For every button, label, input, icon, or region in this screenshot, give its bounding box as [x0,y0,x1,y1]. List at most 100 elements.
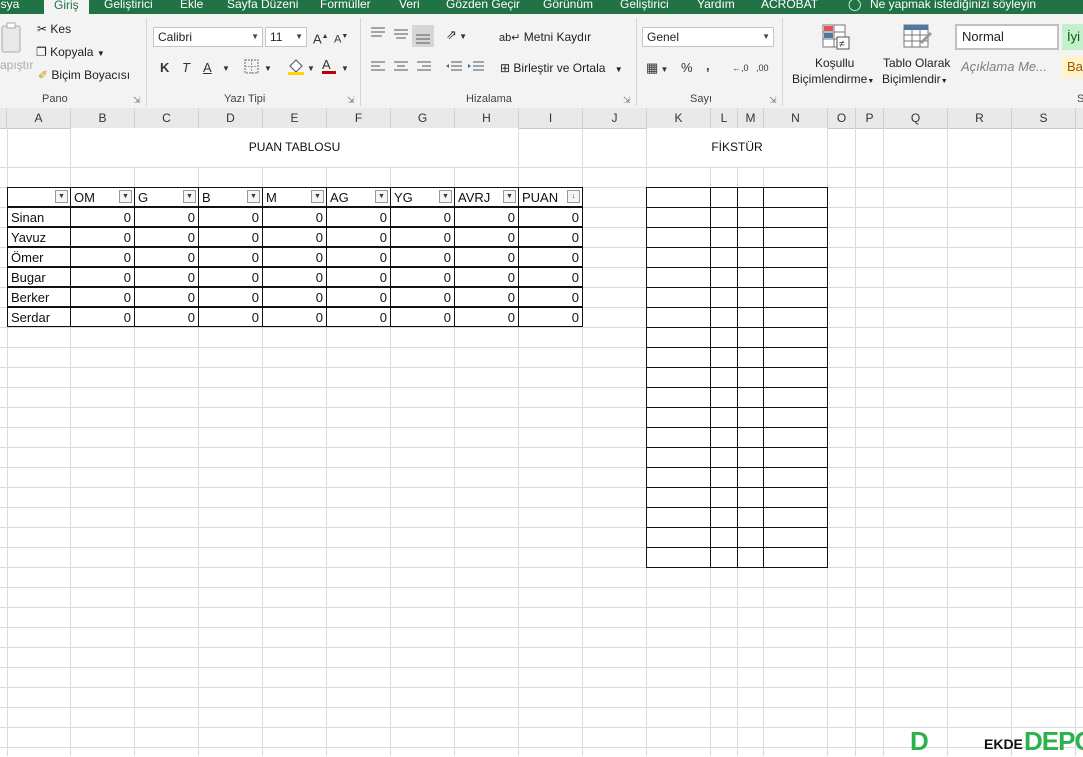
font-launcher-icon[interactable]: ⇲ [347,95,355,106]
table-cell[interactable]: 0 [134,267,199,287]
table-cell[interactable]: 0 [454,227,519,247]
align-middle-icon[interactable] [393,26,409,44]
number-format-combo[interactable]: Genel ▼ [642,27,774,47]
table-cell[interactable]: 0 [326,287,391,307]
increase-decimal-button[interactable]: ←,0 [732,60,749,76]
column-header-a[interactable]: A [7,108,71,128]
decrease-indent-icon[interactable] [445,60,463,78]
filter-dropdown-icon[interactable]: ▼ [375,190,388,203]
table-cell[interactable]: 0 [70,207,135,227]
tab-formulas[interactable]: Formüller [320,0,371,13]
column-header-m[interactable]: M [738,108,764,128]
cut-button[interactable]: ✂ Kes [37,22,71,36]
table-header-cell[interactable]: YG ▼ [390,187,455,207]
grow-font-icon[interactable]: A▲ [313,29,329,47]
table-cell[interactable]: 0 [454,247,519,267]
table-header-cell[interactable]: M ▼ [262,187,327,207]
fill-color-icon[interactable] [287,58,305,80]
filter-dropdown-icon[interactable]: ▼ [119,190,132,203]
tab-review[interactable]: Gözden Geçir [446,0,520,13]
table-cell[interactable]: 0 [70,247,135,267]
table-cell[interactable]: 0 [390,247,455,267]
player-name-cell[interactable]: Berker [7,287,71,307]
copy-button[interactable]: ❐ Kopyala ▼ [36,45,105,59]
table-cell[interactable]: 0 [262,227,327,247]
style-explanatory[interactable]: Açıklama Me... [957,56,1063,78]
table-cell[interactable]: 0 [134,307,199,327]
player-name-cell[interactable]: Yavuz [7,227,71,247]
table-cell[interactable]: 0 [326,207,391,227]
table-cell[interactable]: 0 [262,307,327,327]
table-cell[interactable]: 0 [326,227,391,247]
conditional-formatting-button[interactable]: Biçimlendirme▼ [792,72,874,86]
table-cell[interactable]: 0 [262,287,327,307]
table-cell[interactable]: 0 [390,207,455,227]
conditional-formatting-label-1[interactable]: Koşullu [815,56,854,70]
column-header-i[interactable]: I [519,108,583,128]
table-header-cell[interactable]: ▼ [7,187,71,207]
select-all-corner[interactable] [0,108,7,128]
table-cell[interactable]: 0 [198,267,263,287]
decrease-decimal-button[interactable]: ,00 [756,60,769,76]
table-cell[interactable]: 0 [262,247,327,267]
chevron-down-icon[interactable]: ▼ [264,61,272,77]
column-header-j[interactable]: J [583,108,647,128]
format-painter-button[interactable]: ✐ Biçim Boyacısı [38,68,130,82]
table-cell[interactable]: 0 [518,247,583,267]
percent-button[interactable]: % [681,60,693,76]
orientation-icon[interactable]: ⇗ ▼ [446,27,467,45]
filter-dropdown-icon[interactable]: ▼ [183,190,196,203]
table-cell[interactable]: 0 [70,267,135,287]
style-normal[interactable]: Normal [955,24,1059,50]
table-cell[interactable]: 0 [326,247,391,267]
format-as-table-icon[interactable] [902,22,932,56]
column-header-k[interactable]: K [647,108,711,128]
column-header-d[interactable]: D [199,108,263,128]
table-cell[interactable]: 0 [390,287,455,307]
table-cell[interactable]: 0 [454,207,519,227]
table-cell[interactable]: 0 [518,227,583,247]
tab-file[interactable]: osya [0,0,19,13]
sort-filter-icon[interactable]: ↓ [567,190,580,203]
table-cell[interactable]: 0 [518,267,583,287]
table-header-cell[interactable]: AG ▼ [326,187,391,207]
table-cell[interactable]: 0 [134,207,199,227]
currency-icon[interactable]: ▦ ▼ [646,60,668,78]
conditional-formatting-icon[interactable]: ≠ [821,22,851,56]
font-size-combo[interactable]: 11 ▼ [265,27,307,47]
player-name-cell[interactable]: Sinan [7,207,71,227]
player-name-cell[interactable]: Serdar [7,307,71,327]
table-cell[interactable]: 0 [134,247,199,267]
table-cell[interactable]: 0 [454,307,519,327]
player-name-cell[interactable]: Bugar [7,267,71,287]
comma-button[interactable]: , [706,58,710,74]
tell-me-box[interactable]: Ne yapmak istediğinizi söyleyin [870,0,1036,13]
alignment-launcher-icon[interactable]: ⇲ [623,95,631,106]
number-launcher-icon[interactable]: ⇲ [769,95,777,106]
column-header-r[interactable]: R [948,108,1012,128]
style-bad[interactable]: Ba [1062,56,1083,78]
filter-dropdown-icon[interactable]: ▼ [55,190,68,203]
tab-view[interactable]: Görünüm [543,0,593,13]
table-cell[interactable]: 0 [134,287,199,307]
table-cell[interactable]: 0 [198,227,263,247]
align-center-icon[interactable] [393,60,409,78]
format-as-table-label-1[interactable]: Tablo Olarak [883,56,950,70]
column-header-q[interactable]: Q [884,108,948,128]
table-cell[interactable]: 0 [198,307,263,327]
table-cell[interactable]: 0 [134,227,199,247]
align-bottom-icon[interactable] [412,25,434,47]
borders-icon[interactable] [244,59,260,79]
filter-dropdown-icon[interactable]: ▼ [247,190,260,203]
player-name-cell[interactable]: Ömer [7,247,71,267]
table-cell[interactable]: 0 [70,307,135,327]
table-cell[interactable]: 0 [518,207,583,227]
filter-dropdown-icon[interactable]: ▼ [439,190,452,203]
clipboard-launcher-icon[interactable]: ⇲ [133,95,141,106]
table-cell[interactable]: 0 [390,307,455,327]
table-cell[interactable]: 0 [198,247,263,267]
column-header-o[interactable]: O [828,108,856,128]
table-cell[interactable]: 0 [262,267,327,287]
table-cell[interactable]: 0 [70,227,135,247]
table-cell[interactable]: 0 [70,287,135,307]
